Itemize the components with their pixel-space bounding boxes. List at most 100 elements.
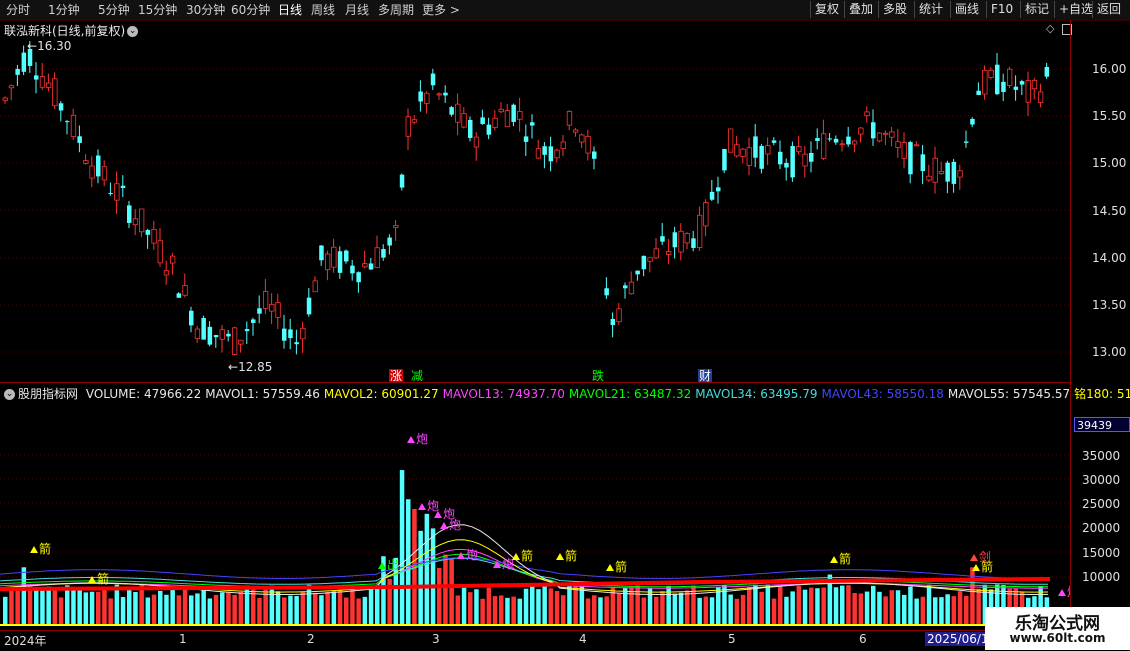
candle-body xyxy=(548,146,554,162)
indicator-item: MAVOL21: 63487.32 xyxy=(568,387,692,401)
volume-bar xyxy=(176,595,182,625)
signal-label: 炮 xyxy=(1067,585,1070,599)
volume-bar xyxy=(275,591,281,625)
indicator-item: 铭180: 51.37 xyxy=(1074,387,1130,401)
volume-bar xyxy=(554,591,560,625)
high-price-value: 16.30 xyxy=(37,39,72,53)
candle-body xyxy=(809,152,814,162)
candle-body xyxy=(1044,66,1050,77)
volume-bar xyxy=(809,587,814,625)
period-tab-timeshare[interactable]: 分时 xyxy=(6,2,30,18)
overlay-button[interactable]: 叠加 xyxy=(844,1,877,18)
period-tab-monthly[interactable]: 月线 xyxy=(345,2,369,18)
volume-bar xyxy=(350,586,355,625)
volume-bar xyxy=(697,597,702,625)
volume-bar xyxy=(914,598,919,625)
volume-bar xyxy=(331,591,337,625)
volume-bar xyxy=(368,588,374,625)
volume-bar xyxy=(499,595,504,625)
price-tick-14: 14.00 xyxy=(1092,251,1127,265)
candle-body xyxy=(151,228,157,244)
period-tab-more[interactable]: 更多 > xyxy=(422,2,460,18)
candle-body xyxy=(312,280,318,293)
mark-button[interactable]: 标记 xyxy=(1020,1,1053,18)
candle-body xyxy=(46,82,52,88)
volume-bar xyxy=(480,598,485,625)
candle-body xyxy=(641,255,647,270)
candle-body xyxy=(52,78,58,107)
signal-label: 剑 xyxy=(979,549,991,564)
period-tab-multi[interactable]: 多周期 xyxy=(378,2,414,18)
volume-bar xyxy=(821,587,826,625)
candle-body xyxy=(932,157,938,183)
news-marker-rise[interactable]: 涨 xyxy=(389,369,404,383)
candle-body xyxy=(138,208,145,233)
add-watchlist-button[interactable]: +自选 xyxy=(1054,1,1097,18)
signal-marker: 箭 xyxy=(556,548,577,563)
indicator-values-line: ⌄ 股朋指标网 VOLUME: 47966.22 MAVOL1: 57559.46 M… xyxy=(0,386,1130,402)
date-label-jun: 6 xyxy=(859,632,867,646)
volume-bar xyxy=(375,588,380,625)
volume-bar xyxy=(598,597,603,625)
volume-bar xyxy=(815,588,820,625)
back-button[interactable]: 返回 xyxy=(1092,1,1125,18)
news-marker-finance[interactable]: 财 xyxy=(698,369,713,383)
candle-body xyxy=(970,118,975,125)
candle-body xyxy=(988,69,994,78)
volume-bar xyxy=(678,592,684,625)
date-label-may: 5 xyxy=(728,632,736,646)
indicator-name[interactable]: 股朋指标网 xyxy=(18,387,78,401)
period-tab-15min[interactable]: 15分钟 xyxy=(138,2,177,18)
volume-bar xyxy=(895,590,901,625)
period-tab-1min[interactable]: 1分钟 xyxy=(48,2,80,18)
period-tab-5min[interactable]: 5分钟 xyxy=(98,2,130,18)
volume-bar xyxy=(170,587,175,625)
candle-body xyxy=(542,146,547,155)
indicator-items: VOLUME: 47966.22 MAVOL1: 57559.46 MAVOL2: … xyxy=(86,387,1130,401)
draw-line-button[interactable]: 画线 xyxy=(950,1,983,18)
f10-button[interactable]: F10 xyxy=(986,1,1017,18)
candle-body xyxy=(901,142,907,159)
volume-bar xyxy=(765,584,771,625)
statistics-button[interactable]: 统计 xyxy=(914,1,947,18)
candle-body xyxy=(697,214,703,248)
candle-body xyxy=(566,111,573,126)
signal-marker: 炮 xyxy=(457,548,478,562)
signal-marker: 箭 xyxy=(512,548,533,563)
period-tab-daily[interactable]: 日线 xyxy=(278,2,302,18)
candle-body xyxy=(169,255,176,264)
candle-body xyxy=(740,148,746,157)
restore-rights-button[interactable]: 复权 xyxy=(810,1,843,18)
multi-stock-button[interactable]: 多股 xyxy=(878,1,911,18)
candle-body xyxy=(127,205,132,223)
candle-body xyxy=(201,317,206,340)
candle-body xyxy=(678,230,684,253)
period-tab-30min[interactable]: 30分钟 xyxy=(186,2,225,18)
volume-bar xyxy=(9,589,14,625)
volume-bar xyxy=(728,594,733,625)
signal-arrow-icon xyxy=(418,503,426,510)
volume-bar xyxy=(213,594,219,625)
volume-bar xyxy=(77,589,82,625)
candle-body xyxy=(8,85,15,89)
candle-body xyxy=(895,141,901,148)
news-marker-reduce[interactable]: 减 xyxy=(410,369,424,383)
indicator-menu-icon[interactable]: ⌄ xyxy=(4,389,15,400)
volume-bar xyxy=(282,597,287,625)
volume-bar xyxy=(151,594,157,625)
volume-bar xyxy=(957,591,963,625)
cursor-value-box: 39439 xyxy=(1074,417,1130,432)
candle-body xyxy=(889,131,895,138)
candlestick-chart[interactable] xyxy=(0,20,1070,382)
candle-body xyxy=(257,308,262,314)
news-marker-fall[interactable]: 跌 xyxy=(591,369,605,383)
watermark-url: www.60lt.com xyxy=(1009,631,1106,645)
period-tab-weekly[interactable]: 周线 xyxy=(311,2,335,18)
candle-body xyxy=(262,291,269,309)
volume-indicator-chart[interactable]: 箭箭炮炮炮炮炮炮箭箭箭箭箭出剑炮 xyxy=(0,403,1070,630)
volume-bar xyxy=(573,584,578,625)
volume-bar xyxy=(889,590,895,625)
candle-body xyxy=(728,128,734,153)
period-tab-60min[interactable]: 60分钟 xyxy=(231,2,270,18)
candle-body xyxy=(672,232,678,248)
